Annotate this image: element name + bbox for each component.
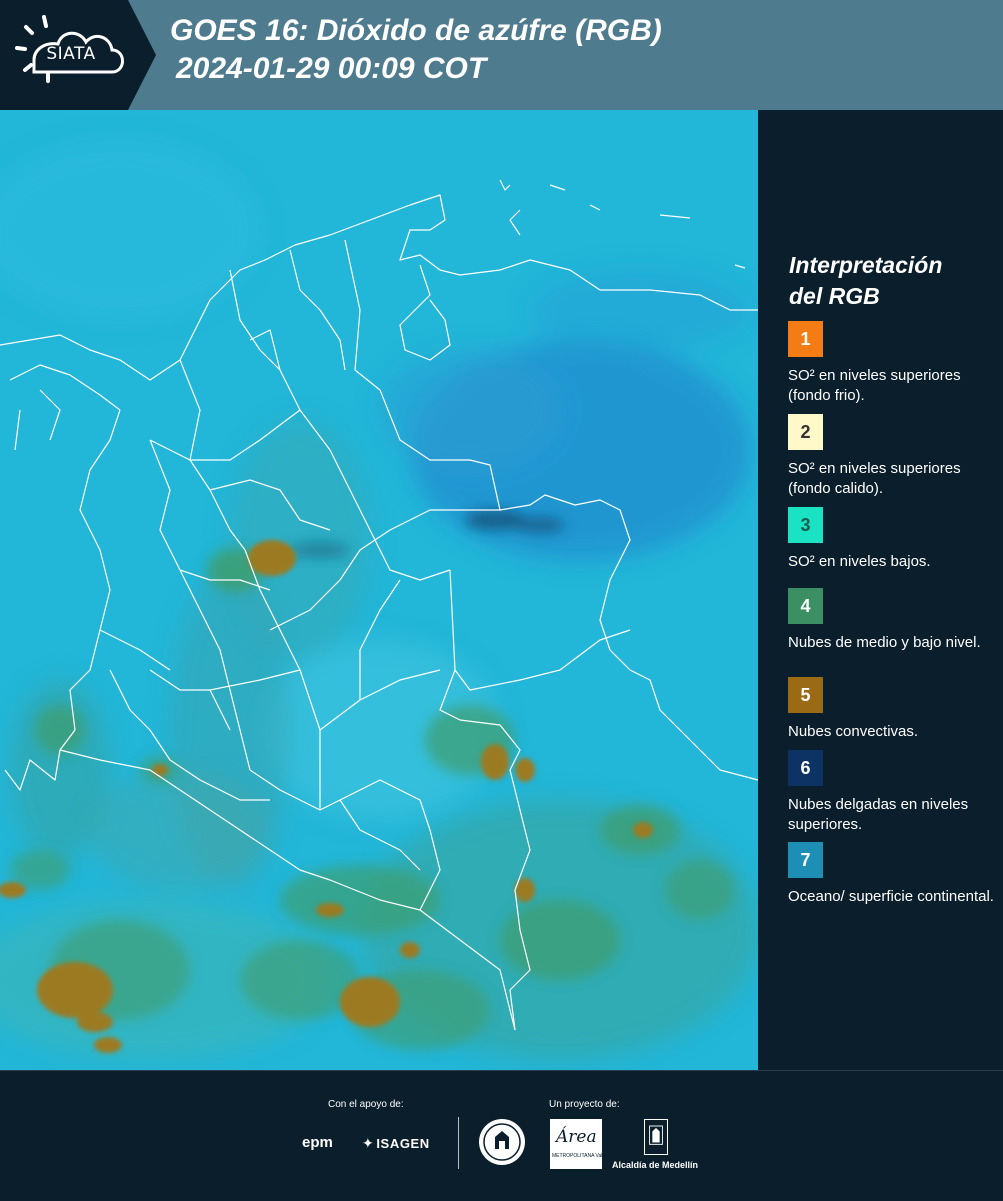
epm-logo: epm — [302, 1134, 333, 1151]
legend-item: 2 SO² en niveles superiores (fondo calido… — [788, 414, 998, 499]
legend-label: SO² en niveles bajos. — [788, 553, 931, 570]
legend-label: Nubes delgadas en niveles superiores. — [788, 796, 969, 833]
legend-item: 4 Nubes de medio y bajo nivel. — [788, 588, 998, 673]
legend-swatch: 6 — [788, 750, 823, 786]
legend-swatch: 4 — [788, 588, 823, 624]
support-label: Con el apoyo de: — [328, 1099, 404, 1110]
footer-divider — [458, 1117, 459, 1169]
isagen-label: ISAGEN — [376, 1136, 430, 1151]
legend-swatch: 2 — [788, 414, 823, 450]
area-logo-script: Área — [556, 1127, 597, 1147]
siata-logo: SIATA — [0, 0, 160, 110]
map-canvas — [0, 110, 758, 1070]
satellite-map — [0, 110, 758, 1070]
legend-label: Nubes de medio y bajo nivel. — [788, 634, 981, 651]
area-metropolitana-logo: Área METROPOLITANA Valle de Aburrá — [550, 1119, 629, 1169]
legend-item: 7 Oceano/ superficie continental. — [788, 842, 998, 927]
legend-swatch: 3 — [788, 507, 823, 543]
legend-item: 1 SO² en niveles superiores (fondo frio). — [788, 321, 998, 406]
isagen-mark-icon: ✦ — [362, 1135, 375, 1151]
legend-label: Oceano/ superficie continental. — [788, 888, 994, 905]
legend-item: 6 Nubes delgadas en niveles superiores. — [788, 750, 998, 835]
legend-title-line2: del RGB — [789, 283, 880, 309]
page-title: GOES 16: Dióxido de azúfre (RGB) — [170, 14, 662, 47]
legend-swatch: 5 — [788, 677, 823, 713]
page-timestamp: 2024-01-29 00:09 COT — [176, 52, 487, 85]
legend-item: 3 SO² en niveles bajos. — [788, 507, 998, 592]
legend-swatch: 1 — [788, 321, 823, 357]
legend-label: SO² en niveles superiores (fondo calido)… — [788, 460, 961, 497]
alcaldia-crest-icon — [644, 1119, 668, 1155]
logo-label: SIATA — [46, 44, 96, 64]
legend-swatch: 7 — [788, 842, 823, 878]
isagen-logo: ✦ ISAGEN — [362, 1135, 430, 1152]
legend-title: Interpretación del RGB — [789, 250, 994, 312]
footer: Con el apoyo de: Un proyecto de: epm ✦ I… — [0, 1070, 1003, 1201]
medellin-seal-icon — [479, 1119, 525, 1165]
alcaldia-label: Alcaldía de Medellín — [612, 1160, 699, 1170]
legend-panel: Interpretación del RGB 1 SO² en niveles s… — [760, 110, 1003, 1070]
header-bar: SIATA GOES 16: Dióxido de azúfre (RGB) 2… — [0, 0, 1003, 110]
legend-label: SO² en niveles superiores (fondo frio). — [788, 367, 961, 404]
legend-title-line1: Interpretación — [789, 252, 943, 278]
area-logo-subtitle: METROPOLITANA Valle de Aburrá — [552, 1153, 630, 1159]
project-label: Un proyecto de: — [549, 1099, 620, 1110]
